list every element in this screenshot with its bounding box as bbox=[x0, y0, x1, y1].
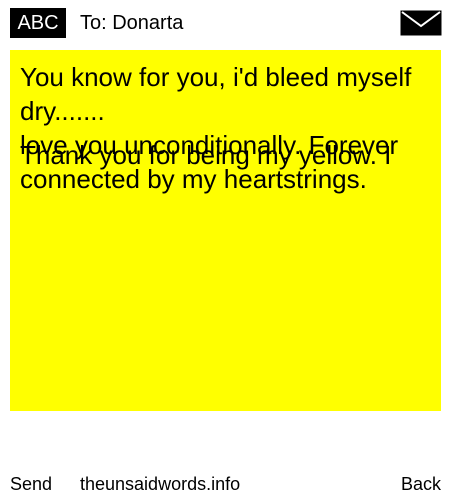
envelope-icon[interactable] bbox=[400, 10, 442, 36]
back-button[interactable]: Back bbox=[401, 472, 441, 496]
message-line: dry....... bbox=[20, 96, 105, 126]
message-note: You know for you, i'd bleed myself dry..… bbox=[10, 50, 441, 411]
recipient-label: To: Donarta bbox=[80, 12, 184, 34]
message-text-a: You know for you, i'd bleed myself dry..… bbox=[20, 60, 420, 196]
message-line: You know for you, i'd bleed myself bbox=[20, 62, 412, 92]
message-line: Thank you for being my yellow. I bbox=[20, 140, 392, 170]
abc-badge: ABC bbox=[10, 8, 66, 38]
send-button[interactable]: Send bbox=[10, 472, 52, 496]
message-text-b: Thank you for being my yellow. I bbox=[20, 138, 420, 172]
site-link[interactable]: theunsaidwords.info bbox=[80, 472, 240, 496]
